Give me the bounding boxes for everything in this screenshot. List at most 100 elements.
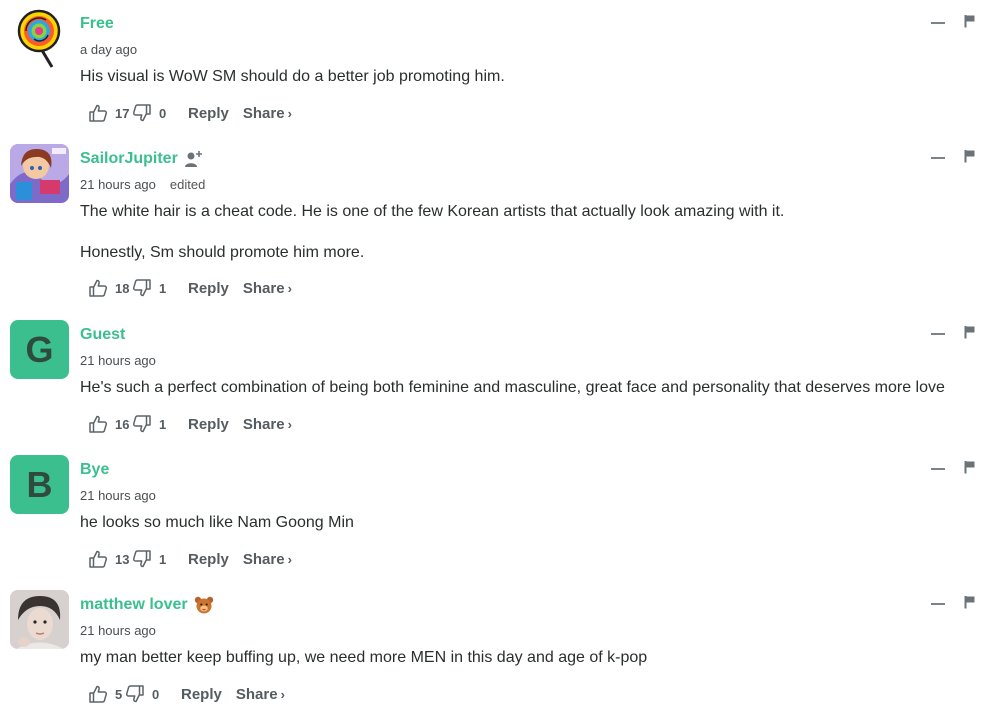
share-button[interactable]: Share ›	[243, 416, 292, 433]
flag-icon[interactable]	[964, 595, 976, 609]
share-button[interactable]: Share ›	[243, 105, 292, 122]
share-label: Share	[242, 415, 285, 433]
comment-actions: 13 1 Reply Share ›	[88, 549, 292, 569]
avatar-letter: G	[25, 328, 54, 370]
avatar[interactable]	[10, 144, 69, 203]
upvote-button[interactable]: 18	[88, 278, 132, 298]
chevron-right-icon: ›	[287, 551, 292, 567]
comment-author[interactable]: Free	[80, 15, 114, 33]
thumbs-down-icon	[132, 550, 151, 568]
upvote-button[interactable]: 5	[88, 684, 125, 704]
comment-meta: 21 hours ago	[80, 353, 156, 368]
reply-button[interactable]: Reply	[188, 280, 229, 297]
downvote-count: 1	[159, 280, 167, 296]
comment-timestamp[interactable]: 21 hours ago	[80, 353, 156, 368]
edited-label: edited	[169, 177, 206, 192]
flag-icon[interactable]	[964, 14, 976, 28]
upvote-button[interactable]: 16	[88, 414, 132, 434]
comment-text: he looks so much like Nam Goong Min	[80, 514, 354, 531]
share-label: Share	[242, 104, 285, 122]
collapse-button[interactable]	[931, 333, 945, 335]
avatar[interactable]: B	[10, 455, 69, 514]
thumbs-up-icon	[89, 104, 108, 122]
upvote-count: 16	[115, 416, 130, 432]
downvote-button[interactable]: 1	[132, 549, 180, 569]
upvote-count: 13	[115, 551, 130, 567]
thumbs-down-icon	[132, 104, 151, 122]
thumbs-down-icon	[125, 685, 144, 703]
downvote-button[interactable]: 1	[132, 414, 180, 434]
comment-actions: 17 0 Reply Share ›	[88, 103, 292, 123]
reply-button[interactable]: Reply	[188, 551, 229, 568]
downvote-count: 0	[159, 105, 167, 121]
downvote-count: 1	[159, 551, 167, 567]
comment-text: Honestly, Sm should promote him more.	[80, 244, 365, 261]
comment-author[interactable]: Bye	[80, 461, 109, 479]
comment-timestamp[interactable]: a day ago	[80, 42, 137, 57]
thumbs-up-icon	[89, 415, 108, 433]
flag-icon[interactable]	[964, 460, 976, 474]
avatar[interactable]	[10, 590, 69, 649]
comment-timestamp[interactable]: 21 hours ago	[80, 177, 156, 192]
flag-icon[interactable]	[964, 149, 976, 163]
thumbs-down-icon	[132, 279, 151, 297]
downvote-button[interactable]: 0	[125, 684, 173, 704]
share-label: Share	[235, 685, 278, 703]
comment-text: He's such a perfect combination of being…	[80, 379, 945, 396]
comment-author[interactable]: matthew lover	[80, 596, 214, 614]
collapse-button[interactable]	[931, 468, 945, 470]
comment-actions: 16 1 Reply Share ›	[88, 414, 292, 434]
chevron-right-icon: ›	[287, 416, 292, 432]
author-name[interactable]: SailorJupiter	[80, 150, 178, 168]
bear-emoji-badge-icon	[194, 596, 213, 614]
portrait-photo-avatar-icon	[10, 590, 69, 649]
reply-button[interactable]: Reply	[188, 416, 229, 433]
upvote-button[interactable]: 17	[88, 103, 132, 123]
author-name[interactable]: Guest	[80, 326, 125, 344]
upvote-button[interactable]: 13	[88, 549, 132, 569]
share-label: Share	[242, 279, 285, 297]
share-button[interactable]: Share ›	[243, 280, 292, 297]
share-button[interactable]: Share ›	[236, 686, 285, 703]
comment-actions: 18 1 Reply Share ›	[88, 278, 292, 298]
share-label: Share	[242, 550, 285, 568]
avatar[interactable]: G	[10, 320, 69, 379]
comment-meta: 21 hours ago	[80, 488, 156, 503]
thumbs-up-icon	[89, 550, 108, 568]
chevron-right-icon: ›	[287, 280, 292, 296]
comment-text: my man better keep buffing up, we need m…	[80, 649, 648, 666]
comment-author[interactable]: SailorJupiter	[80, 150, 204, 168]
upvote-count: 18	[115, 280, 130, 296]
follow-user-icon[interactable]	[184, 150, 204, 168]
reply-button[interactable]: Reply	[188, 105, 229, 122]
comment-meta: 21 hours ago	[80, 623, 156, 638]
comment-timestamp[interactable]: 21 hours ago	[80, 623, 156, 638]
downvote-count: 1	[159, 416, 167, 432]
lollipop-avatar-icon	[17, 9, 61, 68]
downvote-button[interactable]: 0	[132, 103, 180, 123]
comment-timestamp[interactable]: 21 hours ago	[80, 488, 156, 503]
comment-meta: a day ago	[80, 42, 137, 57]
comment-text: The white hair is a cheat code. He is on…	[80, 203, 785, 220]
share-button[interactable]: Share ›	[243, 551, 292, 568]
thumbs-up-icon	[89, 279, 108, 297]
flag-icon[interactable]	[964, 325, 976, 339]
downvote-button[interactable]: 1	[132, 278, 180, 298]
collapse-button[interactable]	[931, 157, 945, 159]
anime-character-avatar-icon	[10, 144, 69, 203]
collapse-button[interactable]	[931, 22, 945, 24]
avatar[interactable]	[10, 9, 69, 68]
comment-meta: 21 hours ago edited	[80, 177, 205, 192]
author-name[interactable]: Free	[80, 15, 114, 33]
author-name[interactable]: Bye	[80, 461, 109, 479]
author-name[interactable]: matthew lover	[80, 596, 188, 614]
collapse-button[interactable]	[931, 603, 945, 605]
chevron-right-icon: ›	[287, 105, 292, 121]
comment-author[interactable]: Guest	[80, 326, 125, 344]
chevron-right-icon: ›	[280, 686, 285, 702]
upvote-count: 17	[115, 105, 130, 121]
thumbs-up-icon	[89, 685, 108, 703]
thumbs-down-icon	[132, 415, 151, 433]
reply-button[interactable]: Reply	[181, 686, 222, 703]
comment-text: His visual is WoW SM should do a better …	[80, 68, 505, 85]
